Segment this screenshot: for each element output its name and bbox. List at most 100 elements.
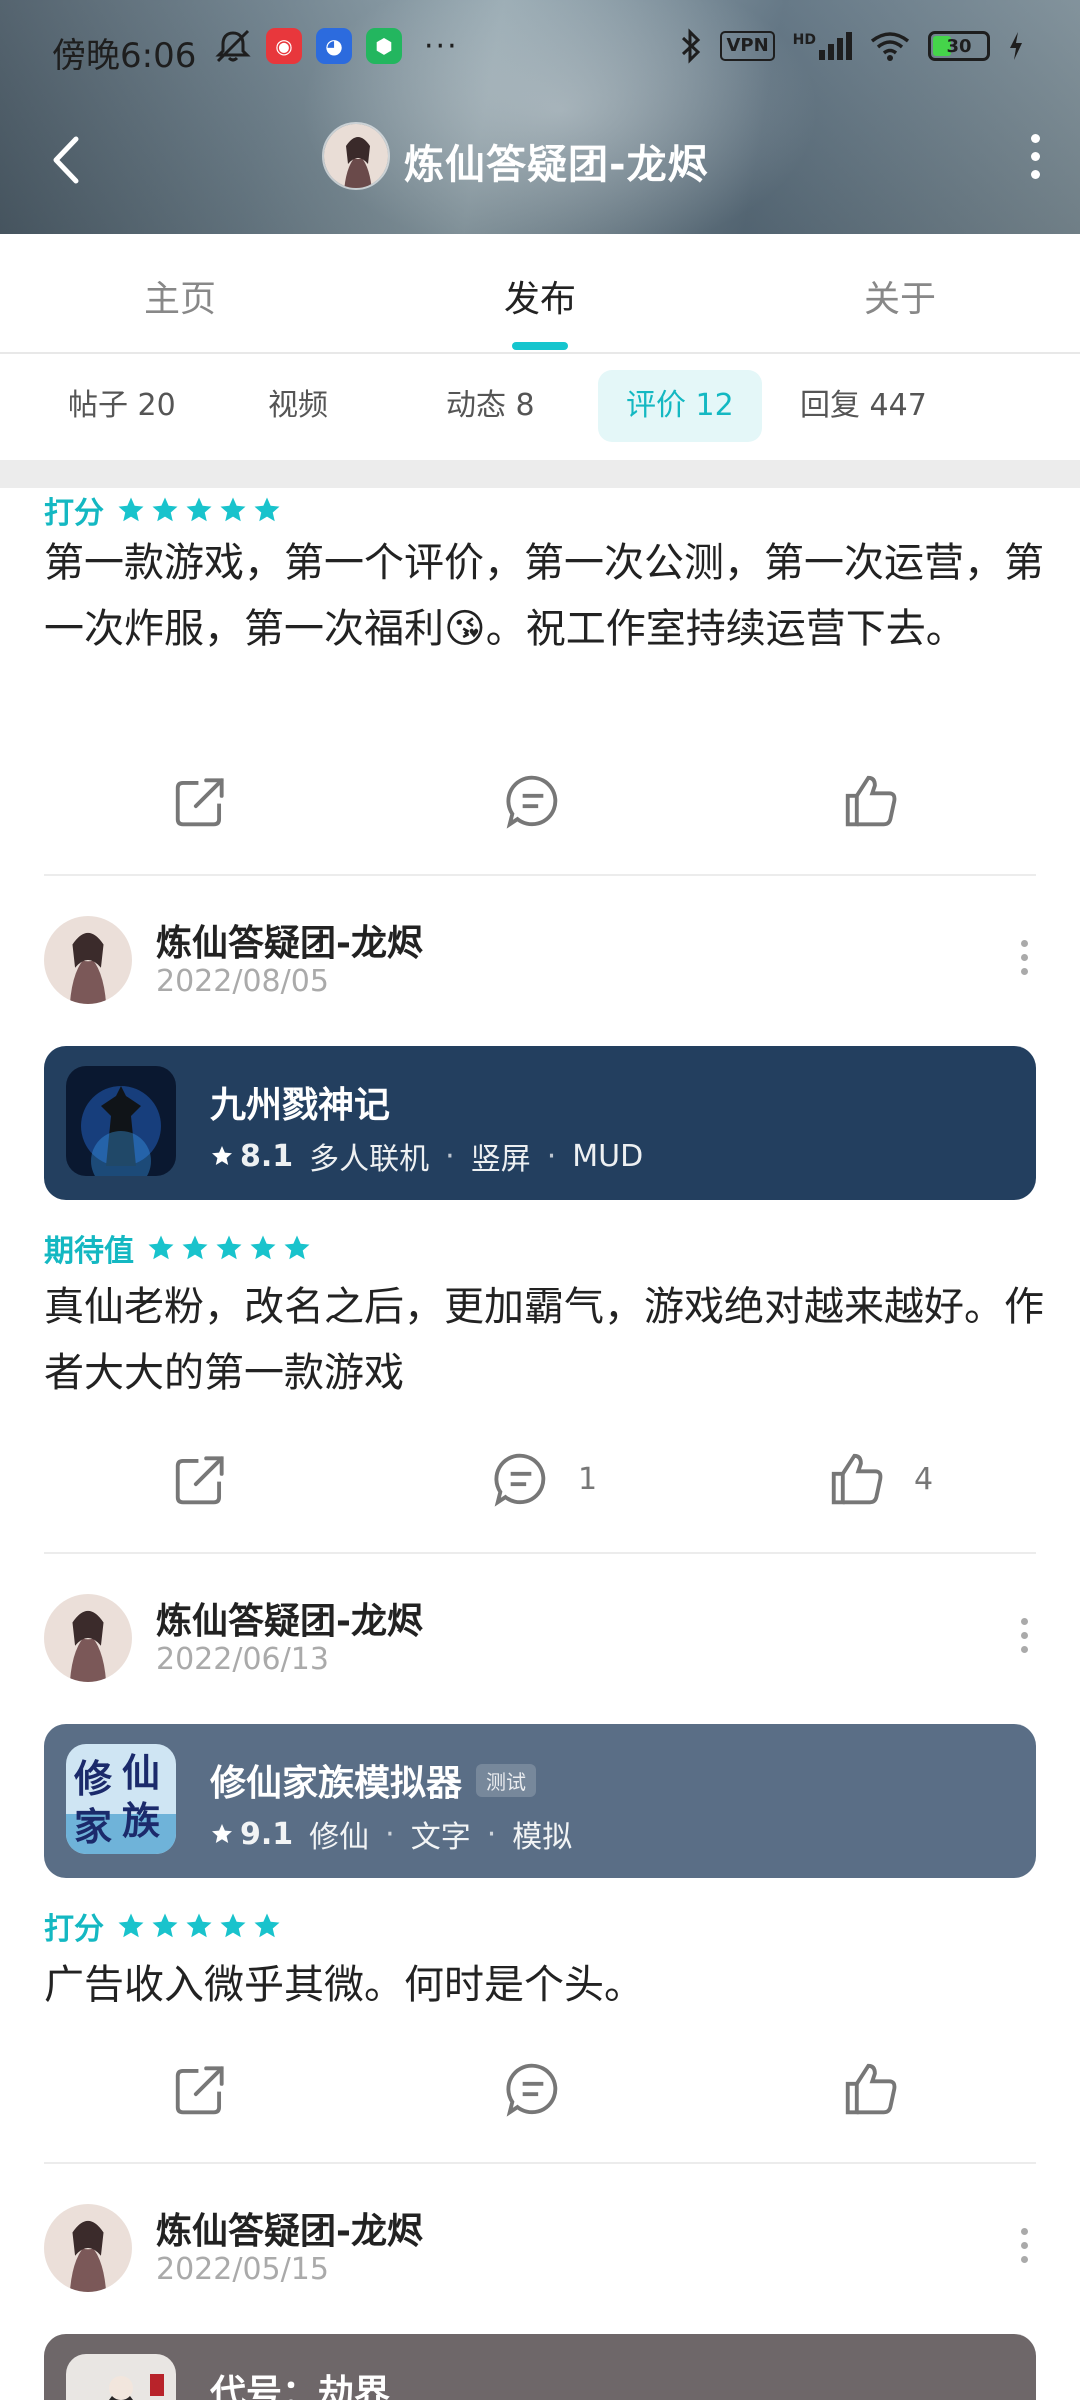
comment-button[interactable] — [502, 770, 564, 832]
game-title: 代号：劫界 — [210, 2373, 391, 2400]
review-text[interactable]: 真仙老粉，改名之后，更加霸气，游戏绝对越来越好。作者大大的第一款游戏 — [44, 1274, 1044, 1406]
svg-text:修: 修 — [74, 1756, 113, 1801]
game-card[interactable]: 代号：劫界 — [44, 2334, 1036, 2400]
active-tab-indicator — [512, 342, 568, 350]
game-meta: 8.1 多人联机 · 竖屏 · MUD — [210, 1134, 643, 1178]
review-actions — [0, 760, 1080, 840]
like-button[interactable]: 4 — [826, 1448, 933, 1510]
review-author-row[interactable]: 炼仙答疑团-龙烬 2022/06/13 — [44, 1590, 1036, 1690]
review-author-row[interactable]: 炼仙答疑团-龙烬 2022/05/15 — [44, 2200, 1036, 2300]
netease-music-icon: ◉ — [266, 28, 302, 64]
star-icon — [250, 1235, 276, 1260]
review-more-button[interactable] — [1018, 1618, 1030, 1653]
star-rating — [116, 495, 282, 525]
comment-icon — [506, 2063, 558, 2117]
thumbs-up-icon — [831, 1453, 883, 1505]
game-icon — [66, 2354, 176, 2400]
user-avatar[interactable] — [44, 2204, 132, 2292]
star-icon — [186, 497, 212, 522]
rating-label: 期待值 — [44, 1234, 134, 1269]
profile-avatar[interactable] — [322, 122, 390, 190]
divider — [44, 1552, 1036, 1554]
review-actions: 1 4 — [0, 1438, 1080, 1518]
subtab-reviews[interactable]: 评价 12 — [598, 370, 762, 442]
star-icon — [152, 1913, 178, 1938]
test-badge: 测试 — [476, 1763, 537, 1797]
subtab-moments[interactable]: 动态 8 — [418, 370, 563, 442]
profile-header: 傍晚6:06 ◉ ◕ ⬢ ··· VPN HD 30 炼仙答疑团-龙烬 — [0, 0, 1080, 234]
review-author-row[interactable]: 炼仙答疑团-龙烬 2022/08/05 — [44, 912, 1036, 1012]
like-button[interactable] — [840, 2058, 902, 2120]
back-button[interactable] — [36, 130, 96, 190]
review-text[interactable]: 第一款游戏，第一个评价，第一次公测，第一次运营，第一次炸服，第一次福利😘。祝工作… — [44, 530, 1044, 662]
rating-row: 打分 — [44, 488, 282, 532]
game-tag: 修仙 — [309, 1820, 370, 1855]
user-avatar[interactable] — [44, 916, 132, 1004]
subtab-replies[interactable]: 回复 447 — [772, 370, 955, 442]
review-feed[interactable]: 打分 第一款游戏，第一个评价，第一次公测，第一次运营，第一次炸服，第一次福利😘。… — [0, 488, 1080, 2400]
rating-label: 打分 — [44, 496, 104, 531]
share-button[interactable] — [170, 770, 232, 832]
game-score: 8.1 — [210, 1139, 293, 1174]
review-date: 2022/08/05 — [156, 964, 329, 999]
rating-row: 期待值 — [44, 1226, 312, 1270]
like-count: 4 — [914, 1461, 934, 1497]
mute-bell-icon — [215, 29, 251, 63]
review-text[interactable]: 广告收入微乎其微。何时是个头。 — [44, 1952, 1044, 2018]
tab-home[interactable]: 主页 — [80, 270, 280, 322]
star-icon — [216, 1235, 242, 1260]
review-more-button[interactable] — [1018, 940, 1030, 975]
star-icon — [254, 497, 280, 522]
share-icon — [175, 2066, 224, 2115]
notification-icons: ◉ ◕ ⬢ ··· — [214, 28, 459, 64]
game-card[interactable]: 修 仙 家 族 修仙家族模拟器 测试 9.1 修仙 · 文字 · 模拟 — [44, 1724, 1036, 1878]
game-icon — [66, 1066, 176, 1176]
game-tag: 竖屏 — [470, 1142, 531, 1177]
game-tag: 模拟 — [512, 1820, 573, 1855]
star-icon — [182, 1235, 208, 1260]
divider — [44, 874, 1036, 876]
star-icon — [148, 1235, 174, 1260]
star-icon — [284, 1235, 310, 1260]
game-score: 9.1 — [210, 1817, 293, 1852]
comment-button[interactable]: 1 — [490, 1448, 597, 1510]
bluetooth-icon — [682, 28, 701, 64]
signal-icon: HD — [793, 32, 852, 60]
charging-icon — [1010, 32, 1022, 60]
comment-button[interactable] — [502, 2058, 564, 2120]
share-icon — [175, 1456, 224, 1505]
subtab-videos[interactable]: 视频 — [240, 370, 356, 442]
star-icon — [220, 497, 246, 522]
system-status-icons: VPN HD 30 — [680, 28, 1024, 64]
star-icon — [152, 497, 178, 522]
chevron-left-icon — [53, 136, 79, 184]
star-icon — [186, 1913, 212, 1938]
game-card[interactable]: 九州戮神记 8.1 多人联机 · 竖屏 · MUD — [44, 1046, 1036, 1200]
more-options-button[interactable] — [1010, 126, 1060, 186]
user-name[interactable]: 炼仙答疑团-龙烬 — [156, 914, 423, 966]
game-tag: 多人联机 — [309, 1142, 430, 1177]
review-more-button[interactable] — [1018, 2228, 1030, 2263]
qq-icon: ◕ — [316, 28, 352, 64]
user-name[interactable]: 炼仙答疑团-龙烬 — [156, 1592, 423, 1644]
user-avatar[interactable] — [44, 1594, 132, 1682]
tab-publish[interactable]: 发布 — [440, 270, 640, 322]
profile-title: 炼仙答疑团-龙烬 — [404, 142, 709, 188]
game-title: 九州戮神记 — [210, 1085, 391, 1126]
share-button[interactable] — [170, 1448, 232, 1510]
battery-icon: 30 — [928, 31, 990, 61]
like-button[interactable] — [840, 770, 902, 832]
star-rating — [146, 1233, 312, 1263]
main-tabs: 主页 发布 关于 — [0, 234, 1080, 354]
review-date: 2022/05/15 — [156, 2252, 329, 2287]
share-icon — [175, 778, 224, 827]
star-icon — [254, 1913, 280, 1938]
divider — [44, 2162, 1036, 2164]
share-button[interactable] — [170, 2058, 232, 2120]
review-actions — [0, 2048, 1080, 2128]
user-name[interactable]: 炼仙答疑团-龙烬 — [156, 2202, 423, 2254]
tab-about[interactable]: 关于 — [800, 270, 1000, 322]
more-notifications-icon: ··· — [424, 28, 459, 64]
nav-bar: 炼仙答疑团-龙烬 — [0, 100, 1080, 234]
subtab-posts[interactable]: 帖子 20 — [40, 370, 204, 442]
